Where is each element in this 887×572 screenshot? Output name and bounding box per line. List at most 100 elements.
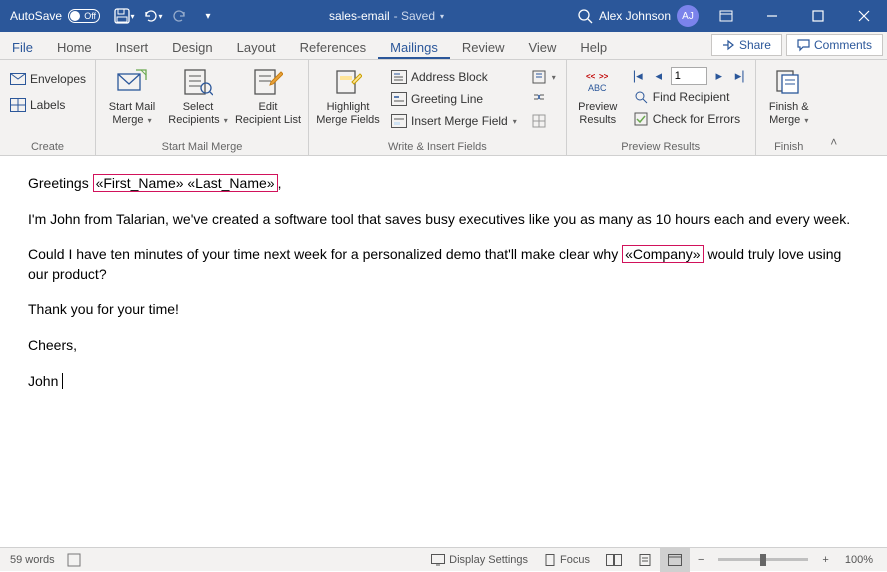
rules-button[interactable]: ▾ — [527, 67, 560, 87]
group-start-mail-merge: Start Mail Merge ▾ Select Recipients ▾ E… — [96, 60, 309, 155]
ribbon: Envelopes Labels Create Start Mail Merge… — [0, 60, 887, 156]
update-icon — [531, 113, 547, 129]
finish-icon — [772, 65, 806, 99]
preview-results-button[interactable]: <<>>ABC Preview Results — [573, 63, 623, 127]
share-button[interactable]: Share — [711, 34, 782, 56]
address-block-icon — [391, 69, 407, 85]
save-icon[interactable]: ▾ — [110, 0, 138, 32]
focus-button[interactable]: Focus — [536, 548, 598, 572]
ribbon-tabs: File Home Insert Design Layout Reference… — [0, 32, 887, 60]
group-write-label: Write & Insert Fields — [315, 139, 560, 155]
insert-merge-field-button[interactable]: Insert Merge Field▾ — [387, 111, 521, 131]
select-recipients-button[interactable]: Select Recipients ▾ — [168, 63, 228, 127]
labels-icon — [10, 97, 26, 113]
document-name: sales-email — [329, 9, 390, 23]
autosave-toggle[interactable]: AutoSave Off — [0, 9, 110, 23]
group-preview-label: Preview Results — [573, 139, 749, 155]
group-create-label: Create — [6, 139, 89, 155]
tab-help[interactable]: Help — [568, 35, 619, 59]
web-layout-icon[interactable] — [660, 548, 690, 572]
minimize-icon[interactable] — [749, 0, 795, 32]
read-mode-icon[interactable] — [598, 548, 630, 572]
svg-text:<<: << — [586, 72, 596, 81]
tab-insert[interactable]: Insert — [104, 35, 161, 59]
group-create: Envelopes Labels Create — [0, 60, 96, 155]
greeting-icon — [391, 91, 407, 107]
preview-icon: <<>> ABC — [581, 65, 615, 99]
paragraph-ask: Could I have ten minutes of your time ne… — [28, 245, 859, 284]
edit-list-icon — [251, 65, 285, 99]
svg-text:ABC: ABC — [588, 83, 607, 93]
print-layout-icon[interactable] — [630, 548, 660, 572]
zoom-out-icon[interactable]: − — [690, 548, 712, 572]
group-finish: Finish & Merge ▾ Finish — [756, 60, 822, 155]
merge-field-company: «Company» — [622, 245, 704, 263]
comment-icon — [797, 39, 810, 52]
maximize-icon[interactable] — [795, 0, 841, 32]
close-icon[interactable] — [841, 0, 887, 32]
undo-icon[interactable]: ▾ — [138, 0, 166, 32]
greeting-line-button[interactable]: Greeting Line — [387, 89, 521, 109]
highlight-icon — [331, 65, 365, 99]
highlight-merge-fields-button[interactable]: Highlight Merge Fields — [315, 63, 381, 127]
saved-state: - Saved — [394, 9, 435, 23]
zoom-level[interactable]: 100% — [837, 548, 887, 572]
status-bar: 59 words Display Settings Focus − + 100% — [0, 547, 887, 571]
document-body[interactable]: Greetings «First_Name» «Last_Name», I'm … — [0, 156, 887, 547]
word-count[interactable]: 59 words — [10, 554, 55, 566]
finish-merge-button[interactable]: Finish & Merge ▾ — [762, 63, 816, 127]
svg-text:>>: >> — [599, 72, 609, 81]
first-record-icon[interactable]: |◂ — [629, 67, 647, 85]
find-icon — [633, 89, 649, 105]
match-fields-button[interactable] — [527, 89, 560, 109]
check-icon — [633, 111, 649, 127]
labels-button[interactable]: Labels — [6, 95, 69, 115]
prev-record-icon[interactable]: ◂ — [650, 67, 668, 85]
zoom-slider[interactable] — [718, 558, 808, 561]
recipients-icon — [181, 65, 215, 99]
user-account[interactable]: Alex Johnson AJ — [599, 5, 699, 27]
record-number-input[interactable] — [671, 67, 707, 85]
check-errors-button[interactable]: Check for Errors — [629, 109, 749, 129]
start-mail-merge-button[interactable]: Start Mail Merge ▾ — [102, 63, 162, 127]
text-cursor — [58, 373, 63, 389]
tab-design[interactable]: Design — [160, 35, 224, 59]
group-write-insert: Highlight Merge Fields Address Block Gre… — [309, 60, 567, 155]
display-settings-button[interactable]: Display Settings — [423, 548, 536, 572]
tab-mailings[interactable]: Mailings — [378, 35, 450, 59]
paragraph-greeting: Greetings «First_Name» «Last_Name», — [28, 174, 859, 194]
search-icon[interactable] — [571, 0, 599, 32]
last-record-icon[interactable]: ▸| — [731, 67, 749, 85]
qat-customize-icon[interactable]: ▾ — [194, 0, 222, 32]
edit-recipient-list-button[interactable]: Edit Recipient List — [234, 63, 302, 127]
tab-review[interactable]: Review — [450, 35, 517, 59]
paragraph-cheers: Cheers, — [28, 336, 859, 356]
next-record-icon[interactable]: ▸ — [710, 67, 728, 85]
paragraph-signature: John — [28, 372, 859, 392]
tab-view[interactable]: View — [516, 35, 568, 59]
share-icon — [722, 39, 735, 52]
find-recipient-button[interactable]: Find Recipient — [629, 87, 749, 107]
ribbon-display-icon[interactable] — [703, 0, 749, 32]
comments-button[interactable]: Comments — [786, 34, 883, 56]
merge-field-name: «First_Name» «Last_Name» — [93, 174, 278, 192]
zoom-in-icon[interactable]: + — [814, 548, 836, 572]
paragraph-intro: I'm John from Talarian, we've created a … — [28, 210, 859, 230]
tab-file[interactable]: File — [0, 35, 45, 59]
match-icon — [531, 91, 547, 107]
spellcheck-icon[interactable] — [67, 553, 83, 567]
redo-icon[interactable] — [166, 0, 194, 32]
tab-layout[interactable]: Layout — [225, 35, 288, 59]
collapse-ribbon-icon[interactable]: ˄ — [822, 60, 846, 155]
toggle-switch[interactable]: Off — [68, 9, 100, 23]
update-labels-button[interactable] — [527, 111, 560, 131]
focus-icon — [544, 554, 556, 566]
autosave-label: AutoSave — [10, 9, 62, 23]
address-block-button[interactable]: Address Block — [387, 67, 521, 87]
tab-references[interactable]: References — [288, 35, 378, 59]
envelopes-button[interactable]: Envelopes — [6, 69, 90, 89]
avatar: AJ — [677, 5, 699, 27]
tab-home[interactable]: Home — [45, 35, 104, 59]
title-dropdown-icon[interactable]: ▾ — [440, 12, 444, 21]
display-icon — [431, 554, 445, 566]
